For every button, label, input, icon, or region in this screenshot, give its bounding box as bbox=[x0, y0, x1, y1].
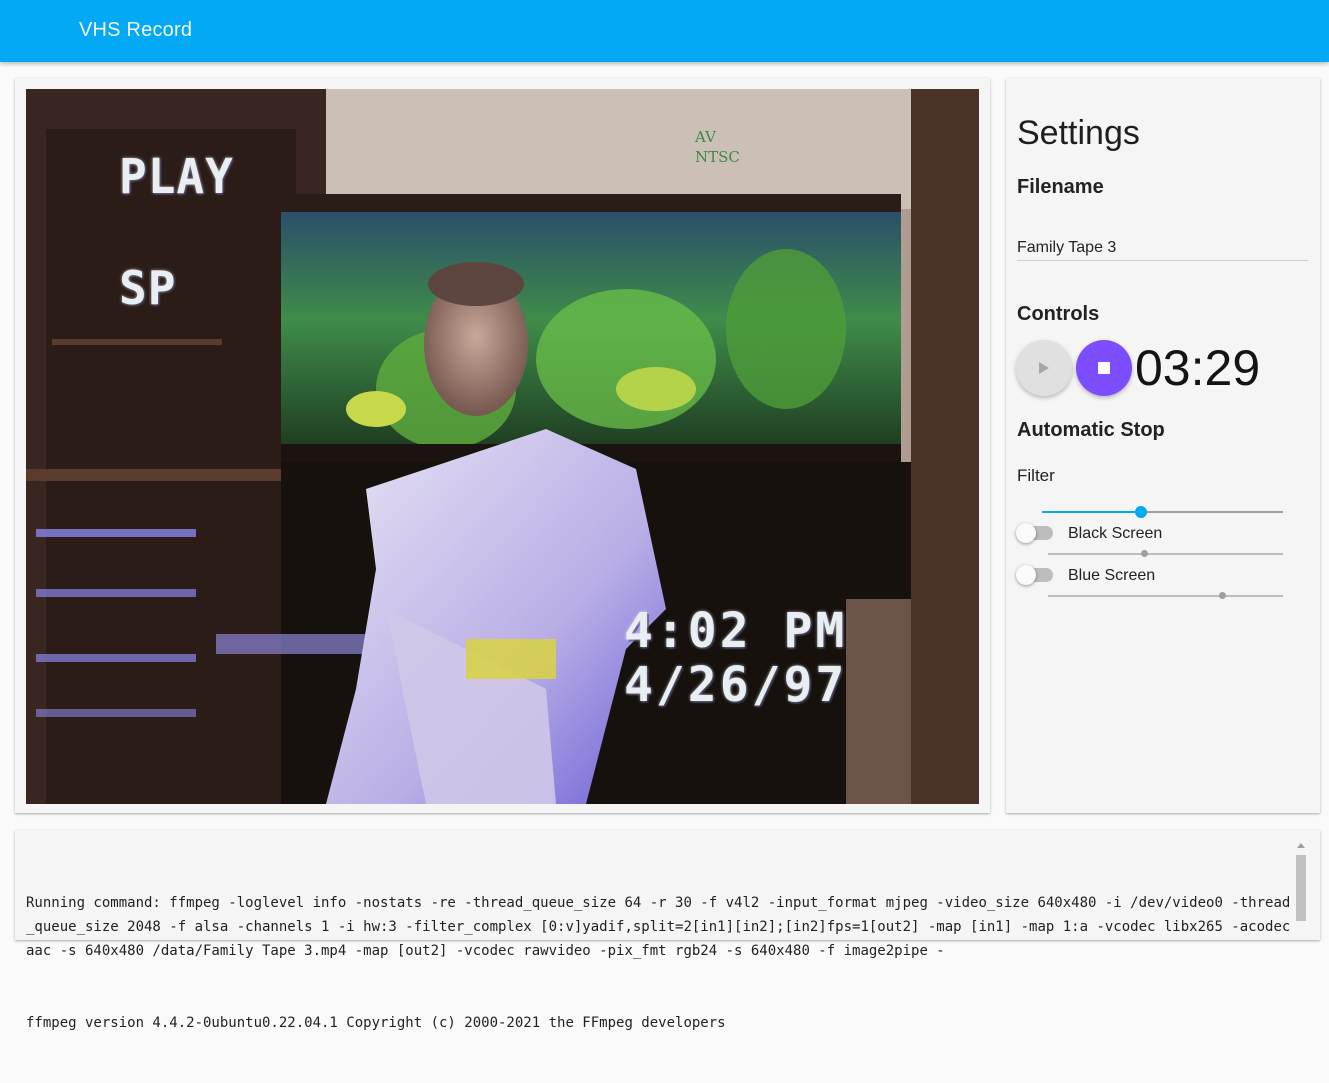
osd-speed: SP bbox=[119, 261, 177, 315]
video-preview: PLAY SP AV NTSC 4:02 PM 4/26/97 bbox=[26, 89, 979, 804]
filename-heading: Filename bbox=[1017, 176, 1104, 198]
osd-input-source: AV bbox=[695, 128, 716, 146]
osd-mode: PLAY bbox=[119, 147, 234, 205]
osd-time: 4:02 PM bbox=[624, 603, 848, 659]
filename-input[interactable] bbox=[1017, 236, 1308, 261]
filter-label: Filter bbox=[1017, 466, 1055, 485]
log-scrollbar[interactable] bbox=[1294, 843, 1307, 923]
osd-input: AV NTSC bbox=[695, 127, 740, 167]
blue-screen-slider-thumb bbox=[1218, 592, 1226, 599]
black-screen-switch-thumb bbox=[1016, 523, 1036, 543]
filter-slider[interactable] bbox=[1042, 506, 1283, 518]
scroll-up-arrow-icon[interactable] bbox=[1297, 843, 1305, 848]
log-output[interactable]: Running command: ffmpeg -loglevel info -… bbox=[26, 843, 1291, 1083]
app-bar: VHS Record bbox=[0, 0, 1329, 62]
black-screen-switch[interactable] bbox=[1016, 523, 1053, 543]
stop-button[interactable] bbox=[1076, 340, 1132, 396]
blue-screen-slider bbox=[1048, 592, 1283, 599]
log-output-card: Running command: ffmpeg -loglevel info -… bbox=[15, 830, 1320, 1031]
stop-icon bbox=[1098, 362, 1110, 374]
black-screen-slider-thumb bbox=[1141, 550, 1149, 557]
controls-heading: Controls bbox=[1017, 303, 1100, 325]
osd-input-standard: NTSC bbox=[695, 148, 740, 166]
black-screen-slider bbox=[1048, 550, 1283, 557]
app-title: VHS Record bbox=[79, 19, 193, 41]
osd-date: 4/26/97 bbox=[624, 657, 848, 713]
log-line: Running command: ffmpeg -loglevel info -… bbox=[26, 895, 1299, 959]
settings-title: Settings bbox=[1017, 114, 1140, 152]
blue-screen-label: Blue Screen bbox=[1068, 567, 1156, 584]
settings-card: Settings Filename Controls 03:29 Automat… bbox=[1006, 78, 1320, 813]
blue-screen-switch-thumb bbox=[1016, 565, 1036, 585]
play-icon bbox=[1039, 362, 1049, 374]
scrollbar-thumb[interactable] bbox=[1296, 855, 1306, 921]
black-screen-label: Black Screen bbox=[1068, 525, 1163, 542]
filter-slider-thumb[interactable] bbox=[1134, 506, 1147, 518]
recording-timer: 03:29 bbox=[1135, 340, 1261, 396]
blue-screen-switch[interactable] bbox=[1016, 565, 1053, 585]
log-line: ffmpeg version 4.4.2-0ubuntu0.22.04.1 Co… bbox=[26, 1015, 726, 1031]
filter-slider-fill bbox=[1042, 511, 1141, 513]
play-button[interactable] bbox=[1016, 340, 1072, 396]
automatic-stop-heading: Automatic Stop bbox=[1017, 419, 1165, 441]
video-preview-card: PLAY SP AV NTSC 4:02 PM 4/26/97 bbox=[15, 78, 990, 813]
